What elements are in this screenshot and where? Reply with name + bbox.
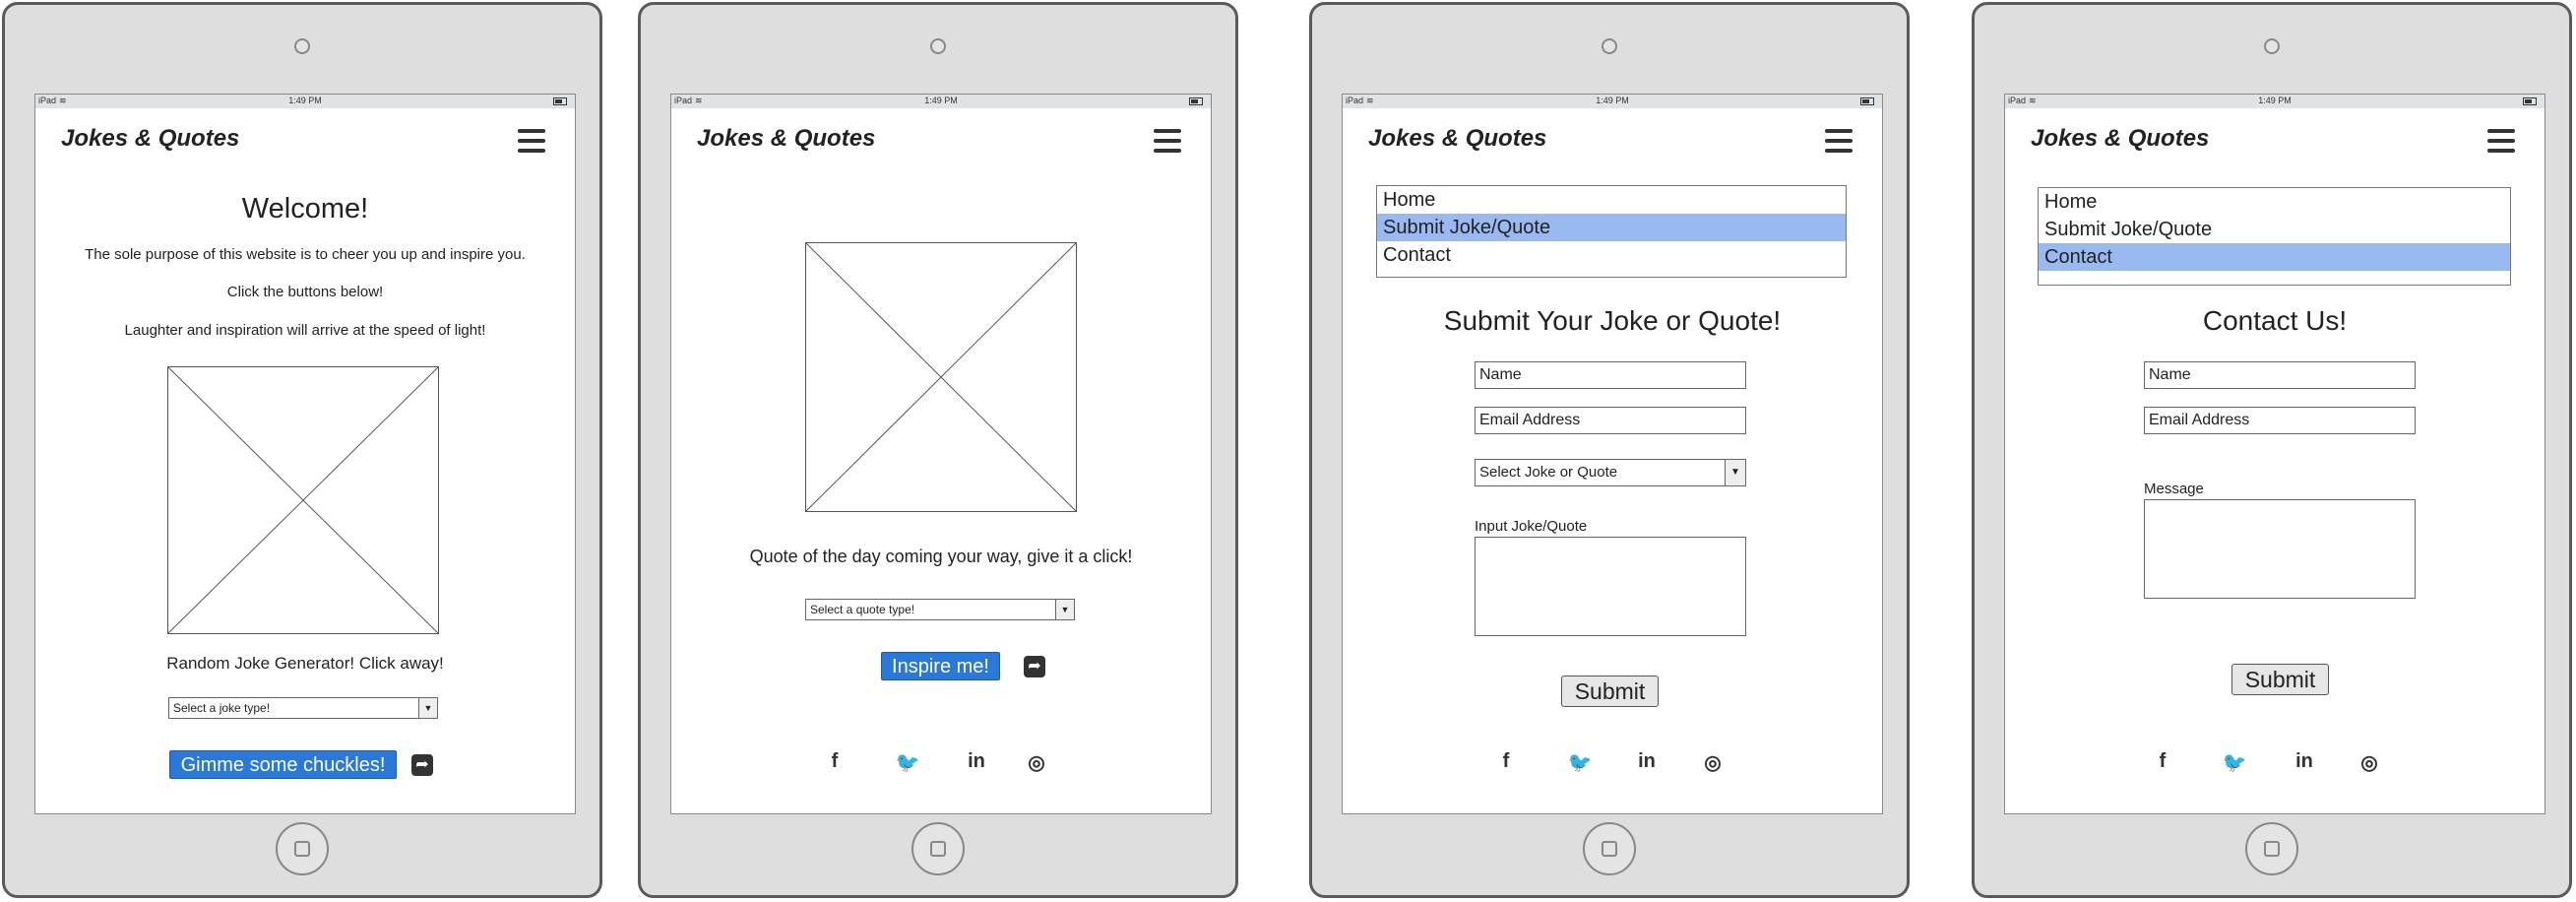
status-time: 1:49 PM: [288, 96, 322, 105]
hamburger-menu-icon[interactable]: [1154, 129, 1181, 153]
share-icon[interactable]: ➦: [411, 754, 433, 776]
linkedin-icon[interactable]: in: [2292, 750, 2317, 773]
hamburger-menu-icon[interactable]: [518, 129, 545, 153]
submit-button[interactable]: Submit: [2231, 664, 2329, 695]
screen: iPad ≋ 1:49 PM Jokes & Quotes Home Submi…: [2004, 94, 2545, 814]
share-icon[interactable]: ➦: [1024, 656, 1045, 677]
brand-logo[interactable]: Jokes & Quotes: [1368, 125, 1546, 153]
page-title: Contact Us!: [2202, 305, 2348, 336]
submit-button[interactable]: Submit: [1561, 676, 1659, 707]
instagram-icon[interactable]: ◎: [1700, 750, 1726, 775]
camera: [1602, 38, 1617, 54]
status-time: 1:49 PM: [1596, 96, 1629, 105]
chevron-down-icon: ▼: [1725, 460, 1745, 485]
screen: iPad ≋ 1:49 PM Jokes & Quotes Home Submi…: [1342, 94, 1883, 814]
camera: [930, 38, 946, 54]
battery-icon: [553, 97, 567, 105]
screen: iPad ≋ 1:49 PM Jokes & Quotes Welcome! T…: [34, 94, 576, 814]
quote-select-value: Select a quote type!: [810, 603, 915, 616]
twitter-icon[interactable]: 🐦: [2222, 750, 2247, 775]
status-bar: iPad ≋ 1:49 PM: [35, 95, 575, 108]
nav-item-home[interactable]: Home: [2039, 188, 2510, 216]
joke-type-select[interactable]: Select a joke type! ▼: [168, 697, 438, 719]
nav-item-submit[interactable]: Submit Joke/Quote: [2039, 216, 2510, 243]
click-text: Click the buttons below!: [226, 284, 384, 300]
name-field[interactable]: Name: [1475, 361, 1746, 389]
name-field[interactable]: Name: [2144, 361, 2416, 389]
message-textarea[interactable]: [2144, 499, 2416, 599]
hamburger-menu-icon[interactable]: [1825, 129, 1853, 153]
ipad-frame-contact: iPad ≋ 1:49 PM Jokes & Quotes Home Submi…: [1972, 2, 2572, 898]
email-field[interactable]: Email Address: [2144, 407, 2416, 434]
brand-logo[interactable]: Jokes & Quotes: [697, 125, 875, 153]
inspire-me-button[interactable]: Inspire me!: [881, 652, 1000, 680]
joke-generator-label: Random Joke Generator! Click away!: [166, 654, 444, 673]
twitter-icon[interactable]: 🐦: [1567, 750, 1593, 775]
home-button: [2245, 822, 2298, 875]
home-button: [911, 822, 965, 875]
instagram-icon[interactable]: ◎: [2356, 750, 2382, 775]
battery-icon: [1189, 97, 1203, 105]
quote-type-select[interactable]: Select a quote type! ▼: [805, 599, 1075, 620]
battery-icon: [2523, 97, 2537, 105]
image-placeholder: [167, 366, 439, 634]
quote-label: Quote of the day coming your way, give i…: [749, 547, 1133, 566]
facebook-icon[interactable]: f: [822, 750, 848, 773]
select-value: Select Joke or Quote: [1479, 464, 1618, 481]
joke-quote-textarea[interactable]: [1475, 537, 1746, 636]
nav-menu: Home Submit Joke/Quote Contact: [1376, 185, 1847, 278]
nav-menu: Home Submit Joke/Quote Contact: [2038, 187, 2511, 286]
laughter-text: Laughter and inspiration will arrive at …: [124, 322, 486, 339]
linkedin-icon[interactable]: in: [1634, 750, 1660, 773]
facebook-icon[interactable]: f: [2150, 750, 2175, 773]
message-label: Message: [2144, 481, 2204, 497]
nav-item-submit[interactable]: Submit Joke/Quote: [1377, 214, 1846, 241]
chevron-down-icon: ▼: [1055, 600, 1074, 619]
joke-or-quote-select[interactable]: Select Joke or Quote ▼: [1475, 459, 1746, 486]
status-time: 1:49 PM: [2258, 96, 2292, 105]
chevron-down-icon: ▼: [418, 698, 437, 718]
screen: iPad ≋ 1:49 PM Jokes & Quotes Quote of t…: [670, 94, 1212, 814]
purpose-text: The sole purpose of this website is to c…: [85, 246, 526, 263]
battery-icon: [1860, 97, 1874, 105]
home-button: [1583, 822, 1636, 875]
instagram-icon[interactable]: ◎: [1024, 750, 1049, 775]
email-field[interactable]: Email Address: [1475, 407, 1746, 434]
status-bar: iPad ≋ 1:49 PM: [1343, 95, 1882, 108]
gimme-chuckles-button[interactable]: Gimme some chuckles!: [169, 750, 397, 779]
ipad-frame-quote: iPad ≋ 1:49 PM Jokes & Quotes Quote of t…: [638, 2, 1238, 898]
ipad-frame-submit: iPad ≋ 1:49 PM Jokes & Quotes Home Submi…: [1309, 2, 1910, 898]
nav-item-contact[interactable]: Contact: [1377, 241, 1846, 269]
hamburger-menu-icon[interactable]: [2487, 129, 2515, 153]
joke-select-value: Select a joke type!: [173, 701, 271, 715]
page-title: Welcome!: [241, 193, 369, 225]
linkedin-icon[interactable]: in: [964, 750, 989, 773]
camera: [2264, 38, 2280, 54]
status-bar: iPad ≋ 1:49 PM: [671, 95, 1211, 108]
input-label: Input Joke/Quote: [1475, 518, 1588, 535]
camera: [294, 38, 310, 54]
ipad-frame-home: iPad ≋ 1:49 PM Jokes & Quotes Welcome! T…: [2, 2, 602, 898]
brand-logo[interactable]: Jokes & Quotes: [2031, 125, 2209, 153]
status-time: 1:49 PM: [924, 96, 958, 105]
nav-item-contact[interactable]: Contact: [2039, 243, 2510, 271]
twitter-icon[interactable]: 🐦: [895, 750, 920, 775]
brand-logo[interactable]: Jokes & Quotes: [61, 125, 239, 153]
page-title: Submit Your Joke or Quote!: [1443, 305, 1782, 336]
image-placeholder: [805, 242, 1077, 512]
status-bar: iPad ≋ 1:49 PM: [2005, 95, 2545, 108]
facebook-icon[interactable]: f: [1493, 750, 1519, 773]
nav-item-home[interactable]: Home: [1377, 186, 1846, 214]
home-button: [276, 822, 329, 875]
